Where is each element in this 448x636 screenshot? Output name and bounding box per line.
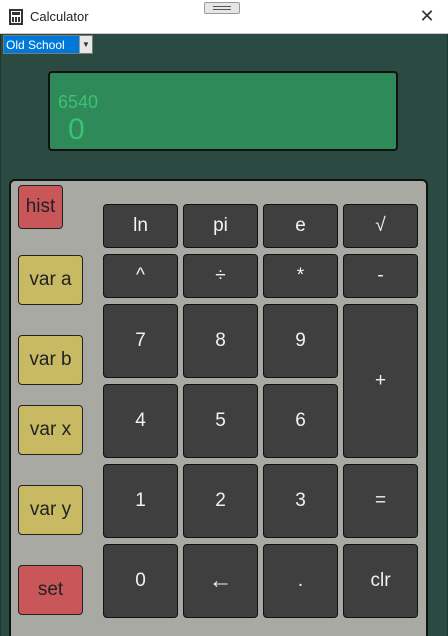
- var-x-button[interactable]: var x: [18, 405, 83, 455]
- decimal-point-key[interactable]: .: [263, 544, 338, 618]
- pi-key[interactable]: pi: [183, 204, 258, 248]
- sqrt-key[interactable]: √: [343, 204, 418, 248]
- hist-button[interactable]: hist: [18, 185, 63, 229]
- var-b-button[interactable]: var b: [18, 335, 83, 385]
- display-current: 0: [68, 113, 85, 146]
- digit-4-key[interactable]: 4: [103, 384, 178, 458]
- minus-key[interactable]: -: [343, 254, 418, 298]
- digit-5-key[interactable]: 5: [183, 384, 258, 458]
- window-body: Old School ▼ 6540 0 hist var a var b var…: [0, 34, 448, 636]
- e-key[interactable]: e: [263, 204, 338, 248]
- digit-6-key[interactable]: 6: [263, 384, 338, 458]
- mode-select[interactable]: Old School ▼: [3, 35, 93, 54]
- plus-key[interactable]: +: [343, 304, 418, 458]
- equals-key[interactable]: =: [343, 464, 418, 538]
- chevron-down-icon[interactable]: ▼: [79, 36, 92, 53]
- calculator-display: 6540 0: [48, 71, 398, 151]
- set-button[interactable]: set: [18, 565, 83, 615]
- ln-key[interactable]: ln: [103, 204, 178, 248]
- var-a-button[interactable]: var a: [18, 255, 83, 305]
- var-y-button[interactable]: var y: [18, 485, 83, 535]
- digit-9-key[interactable]: 9: [263, 304, 338, 378]
- digit-2-key[interactable]: 2: [183, 464, 258, 538]
- divide-key[interactable]: ÷: [183, 254, 258, 298]
- digit-1-key[interactable]: 1: [103, 464, 178, 538]
- close-icon[interactable]: ✕: [418, 7, 436, 25]
- clear-key[interactable]: clr: [343, 544, 418, 618]
- digit-8-key[interactable]: 8: [183, 304, 258, 378]
- power-key[interactable]: ^: [103, 254, 178, 298]
- title-bar: Calculator ✕: [0, 0, 448, 34]
- display-history: 6540: [58, 92, 99, 112]
- digit-7-key[interactable]: 7: [103, 304, 178, 378]
- mode-select-value: Old School: [6, 38, 65, 52]
- backspace-key[interactable]: ←: [183, 544, 258, 618]
- window-title: Calculator: [30, 9, 89, 24]
- calculator-icon: [9, 9, 23, 25]
- digit-3-key[interactable]: 3: [263, 464, 338, 538]
- drag-handle[interactable]: [204, 2, 240, 14]
- digit-0-key[interactable]: 0: [103, 544, 178, 618]
- keypad-panel: hist var a var b var x var y set ln pi e…: [9, 179, 428, 636]
- multiply-key[interactable]: *: [263, 254, 338, 298]
